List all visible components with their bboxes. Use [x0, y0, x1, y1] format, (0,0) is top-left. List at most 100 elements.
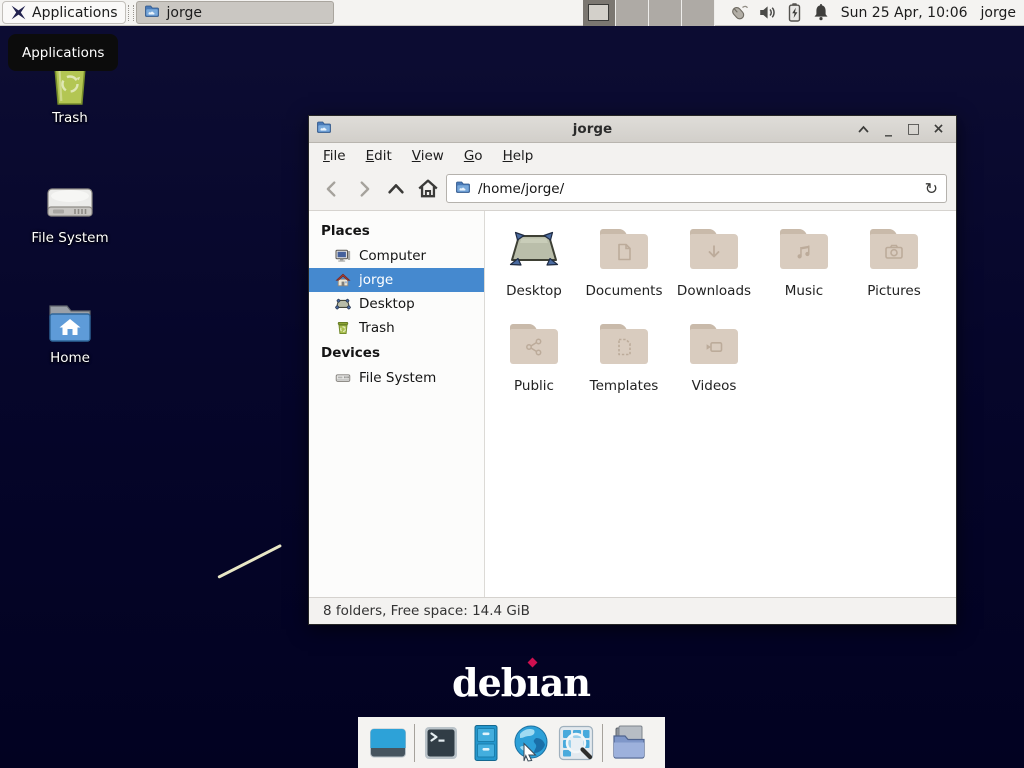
reload-icon[interactable]: ↻	[925, 181, 938, 197]
file-item-label: Music	[785, 283, 823, 299]
titlebar[interactable]: jorge _□×	[309, 116, 956, 143]
applications-menu-label: Applications	[32, 5, 118, 21]
sidebar: PlacesComputerjorgeDesktopTrashDevicesFi…	[309, 211, 485, 597]
battery-icon[interactable]	[786, 2, 803, 23]
dock-separator	[414, 724, 415, 762]
debian-logo: debıan	[452, 660, 590, 706]
file-item-documents[interactable]: Documents	[579, 224, 669, 319]
folder-icon	[600, 224, 648, 274]
sidebar-item-label: Computer	[359, 248, 426, 264]
sidebar-item-jorge[interactable]: jorge	[309, 268, 484, 292]
minimize-button[interactable]: _	[878, 119, 899, 140]
file-item-label: Desktop	[506, 283, 562, 299]
folder-icon	[510, 319, 558, 369]
menu-help[interactable]: Help	[494, 145, 543, 167]
dock-separator	[602, 724, 603, 762]
desktop-icon-label: File System	[31, 230, 108, 246]
xfce-applications-icon	[10, 4, 27, 21]
file-item-label: Videos	[692, 378, 737, 394]
close-button[interactable]: ×	[928, 119, 949, 140]
desktop-icon	[335, 296, 351, 312]
back-button[interactable]	[318, 176, 345, 202]
home-button[interactable]	[414, 176, 441, 202]
home-icon	[335, 272, 351, 288]
statusbar: 8 folders, Free space: 14.4 GiB	[309, 597, 956, 624]
folder-icon	[509, 224, 559, 274]
folder-icon	[600, 319, 648, 369]
sidebar-item-file-system[interactable]: File System	[309, 366, 484, 390]
dock-web-browser-launcher[interactable]	[512, 724, 550, 762]
clock[interactable]: Sun 25 Apr, 10:06	[841, 5, 968, 21]
menu-go[interactable]: Go	[455, 145, 492, 167]
sidebar-item-label: File System	[359, 370, 436, 386]
maximize-button[interactable]: □	[903, 119, 924, 140]
shade-button[interactable]	[853, 119, 874, 140]
mouse-icon[interactable]	[728, 3, 749, 23]
file-item-templates[interactable]: Templates	[579, 319, 669, 414]
username-label: jorge	[981, 5, 1016, 21]
dock-app-finder-launcher[interactable]	[557, 724, 595, 762]
up-button[interactable]	[382, 176, 409, 202]
location-bar[interactable]: /home/jorge/ ↻	[446, 174, 947, 203]
workspace-1[interactable]	[583, 0, 616, 26]
window-title: jorge	[338, 121, 847, 137]
trash-icon	[335, 320, 351, 336]
workspace-2[interactable]	[616, 0, 649, 26]
file-item-public[interactable]: Public	[489, 319, 579, 414]
taskbar-window-label: jorge	[167, 5, 202, 21]
computer-icon	[335, 248, 351, 264]
folder-icon	[780, 224, 828, 274]
menu-edit[interactable]: Edit	[357, 145, 401, 167]
folder-icon	[690, 224, 738, 274]
workspace-4[interactable]	[682, 0, 715, 26]
sidebar-item-label: jorge	[359, 272, 393, 288]
menu-view[interactable]: View	[403, 145, 453, 167]
desktop[interactable]: Applications jorge Sun 25 Apr, 10:06 jor…	[0, 0, 1024, 768]
path-folder-icon	[455, 179, 471, 199]
volume-icon[interactable]	[758, 3, 777, 22]
debian-dot	[528, 658, 538, 668]
file-item-music[interactable]: Music	[759, 224, 849, 319]
menu-file[interactable]: File	[314, 145, 355, 167]
dock-file-manager-launcher[interactable]	[610, 724, 648, 762]
file-item-desktop[interactable]: Desktop	[489, 224, 579, 319]
folder-icon	[144, 3, 160, 23]
applications-menu-button[interactable]: Applications	[2, 1, 126, 24]
drive-icon	[335, 370, 351, 386]
workspace-switcher	[583, 0, 715, 26]
window-folder-icon	[316, 119, 332, 139]
desktop-icon-label: Home	[50, 350, 90, 366]
file-manager-window: jorge _□× FileEditViewGoHelp /home/jorge…	[308, 115, 957, 625]
applications-tooltip: Applications	[8, 34, 118, 71]
folder-icon	[690, 319, 738, 369]
file-item-videos[interactable]: Videos	[669, 319, 759, 414]
file-item-label: Documents	[586, 283, 663, 299]
sidebar-item-desktop[interactable]: Desktop	[309, 292, 484, 316]
file-item-downloads[interactable]: Downloads	[669, 224, 759, 319]
workspace-3[interactable]	[649, 0, 682, 26]
sidebar-header-places: Places	[309, 218, 484, 244]
file-item-label: Templates	[590, 378, 659, 394]
dock-terminal-launcher[interactable]	[422, 724, 460, 762]
file-grid: Desktop Documents Downloads Music Pictures Pu…	[485, 211, 956, 597]
drive-icon	[45, 173, 95, 225]
folder-icon	[870, 224, 918, 274]
dock-show-desktop-launcher[interactable]	[369, 724, 407, 762]
bell-icon[interactable]	[812, 3, 830, 22]
file-item-pictures[interactable]: Pictures	[849, 224, 939, 319]
window-content: PlacesComputerjorgeDesktopTrashDevicesFi…	[309, 211, 956, 597]
path-text: /home/jorge/	[478, 181, 564, 197]
dock-file-cabinet-launcher[interactable]	[467, 724, 505, 762]
toolbar: /home/jorge/ ↻	[309, 169, 956, 211]
system-tray	[728, 2, 830, 23]
forward-button[interactable]	[350, 176, 377, 202]
home-folder-icon	[45, 293, 95, 345]
desktop-icon-label: Trash	[52, 110, 88, 126]
top-panel: Applications jorge Sun 25 Apr, 10:06 jor…	[0, 0, 1024, 26]
taskbar-window-button[interactable]: jorge	[136, 1, 334, 24]
stray-line-artifact	[217, 544, 282, 579]
sidebar-item-computer[interactable]: Computer	[309, 244, 484, 268]
desktop-icon-home[interactable]: Home	[20, 293, 120, 366]
sidebar-item-trash[interactable]: Trash	[309, 316, 484, 340]
desktop-icon-file-system[interactable]: File System	[20, 173, 120, 246]
